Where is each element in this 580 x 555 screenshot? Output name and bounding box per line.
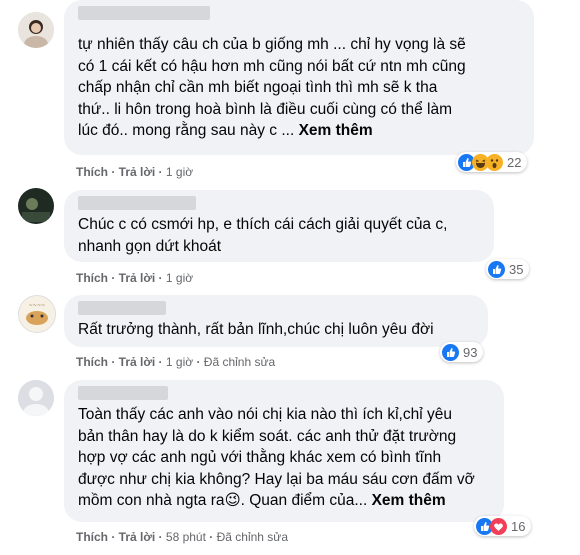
avatar[interactable] (18, 188, 54, 224)
reply-action[interactable]: Trả lời (119, 165, 156, 179)
comment-bubble: Chúc c có csmới hp, e thích cái cách giả… (64, 190, 494, 262)
reaction-summary[interactable]: 93 (440, 342, 484, 362)
see-more-link[interactable]: Xem thêm (299, 122, 373, 139)
comment-bubble: Toàn thấy các anh vào nói chị kia nào th… (64, 380, 504, 522)
reply-action[interactable]: Trả lời (119, 355, 156, 369)
comment-text: Toàn thấy các anh vào nói chị kia nào th… (78, 406, 475, 509)
comment-time[interactable]: 1 giờ (166, 355, 193, 369)
author-name[interactable] (78, 196, 196, 210)
like-action[interactable]: Thích (76, 165, 108, 179)
reply-action[interactable]: Trả lời (119, 530, 156, 544)
author-name[interactable] (78, 6, 210, 20)
see-more-link[interactable]: Xem thêm (372, 492, 446, 509)
like-icon (442, 343, 459, 361)
comment-text: Rất trưởng thành, rất bản lĩnh,chúc chị … (78, 321, 434, 338)
reaction-summary[interactable]: 16 (474, 516, 532, 536)
comment-bubble: Rất trưởng thành, rất bản lĩnh,chúc chị … (64, 295, 488, 347)
reaction-count: 35 (509, 261, 524, 277)
comment-time[interactable]: 58 phút (166, 530, 206, 544)
like-action[interactable]: Thích (76, 271, 108, 285)
svg-text:~~~~: ~~~~ (29, 303, 46, 309)
comment-text: Chúc c có csmới hp, e thích cái cách giả… (78, 216, 448, 255)
reaction-summary[interactable]: 22 (456, 152, 528, 172)
avatar[interactable]: ~~~~ (18, 295, 56, 333)
comment-time[interactable]: 1 giờ (166, 271, 193, 285)
avatar[interactable] (18, 380, 54, 416)
edited-label[interactable]: Đã chỉnh sửa (217, 530, 288, 544)
reaction-count: 22 (507, 154, 522, 170)
comment-actions: Thích · Trả lời · 1 giờ (76, 271, 194, 285)
edited-label[interactable]: Đã chỉnh sửa (204, 355, 275, 369)
like-icon (488, 260, 505, 278)
like-action[interactable]: Thích (76, 530, 108, 544)
comment-time[interactable]: 1 giờ (166, 165, 193, 179)
avatar[interactable] (18, 12, 54, 48)
wow-icon (486, 153, 503, 171)
love-icon (490, 517, 507, 535)
reaction-count: 93 (463, 344, 478, 360)
comment-bubble: tự nhiên thấy câu ch của b giống mh ... … (64, 0, 534, 155)
comment-actions: Thích · Trả lời · 58 phút · Đã chỉnh sửa (76, 530, 289, 544)
like-action[interactable]: Thích (76, 355, 108, 369)
reaction-summary[interactable]: 35 (486, 259, 530, 279)
comment-text: tự nhiên thấy câu ch của b giống mh ... … (78, 36, 466, 139)
author-name[interactable] (78, 386, 168, 400)
reaction-count: 16 (511, 518, 526, 534)
comment-actions: Thích · Trả lời · 1 giờ (76, 165, 194, 179)
reply-action[interactable]: Trả lời (119, 271, 156, 285)
comment-actions: Thích · Trả lời · 1 giờ · Đã chỉnh sửa (76, 355, 276, 369)
author-name[interactable] (78, 301, 166, 315)
